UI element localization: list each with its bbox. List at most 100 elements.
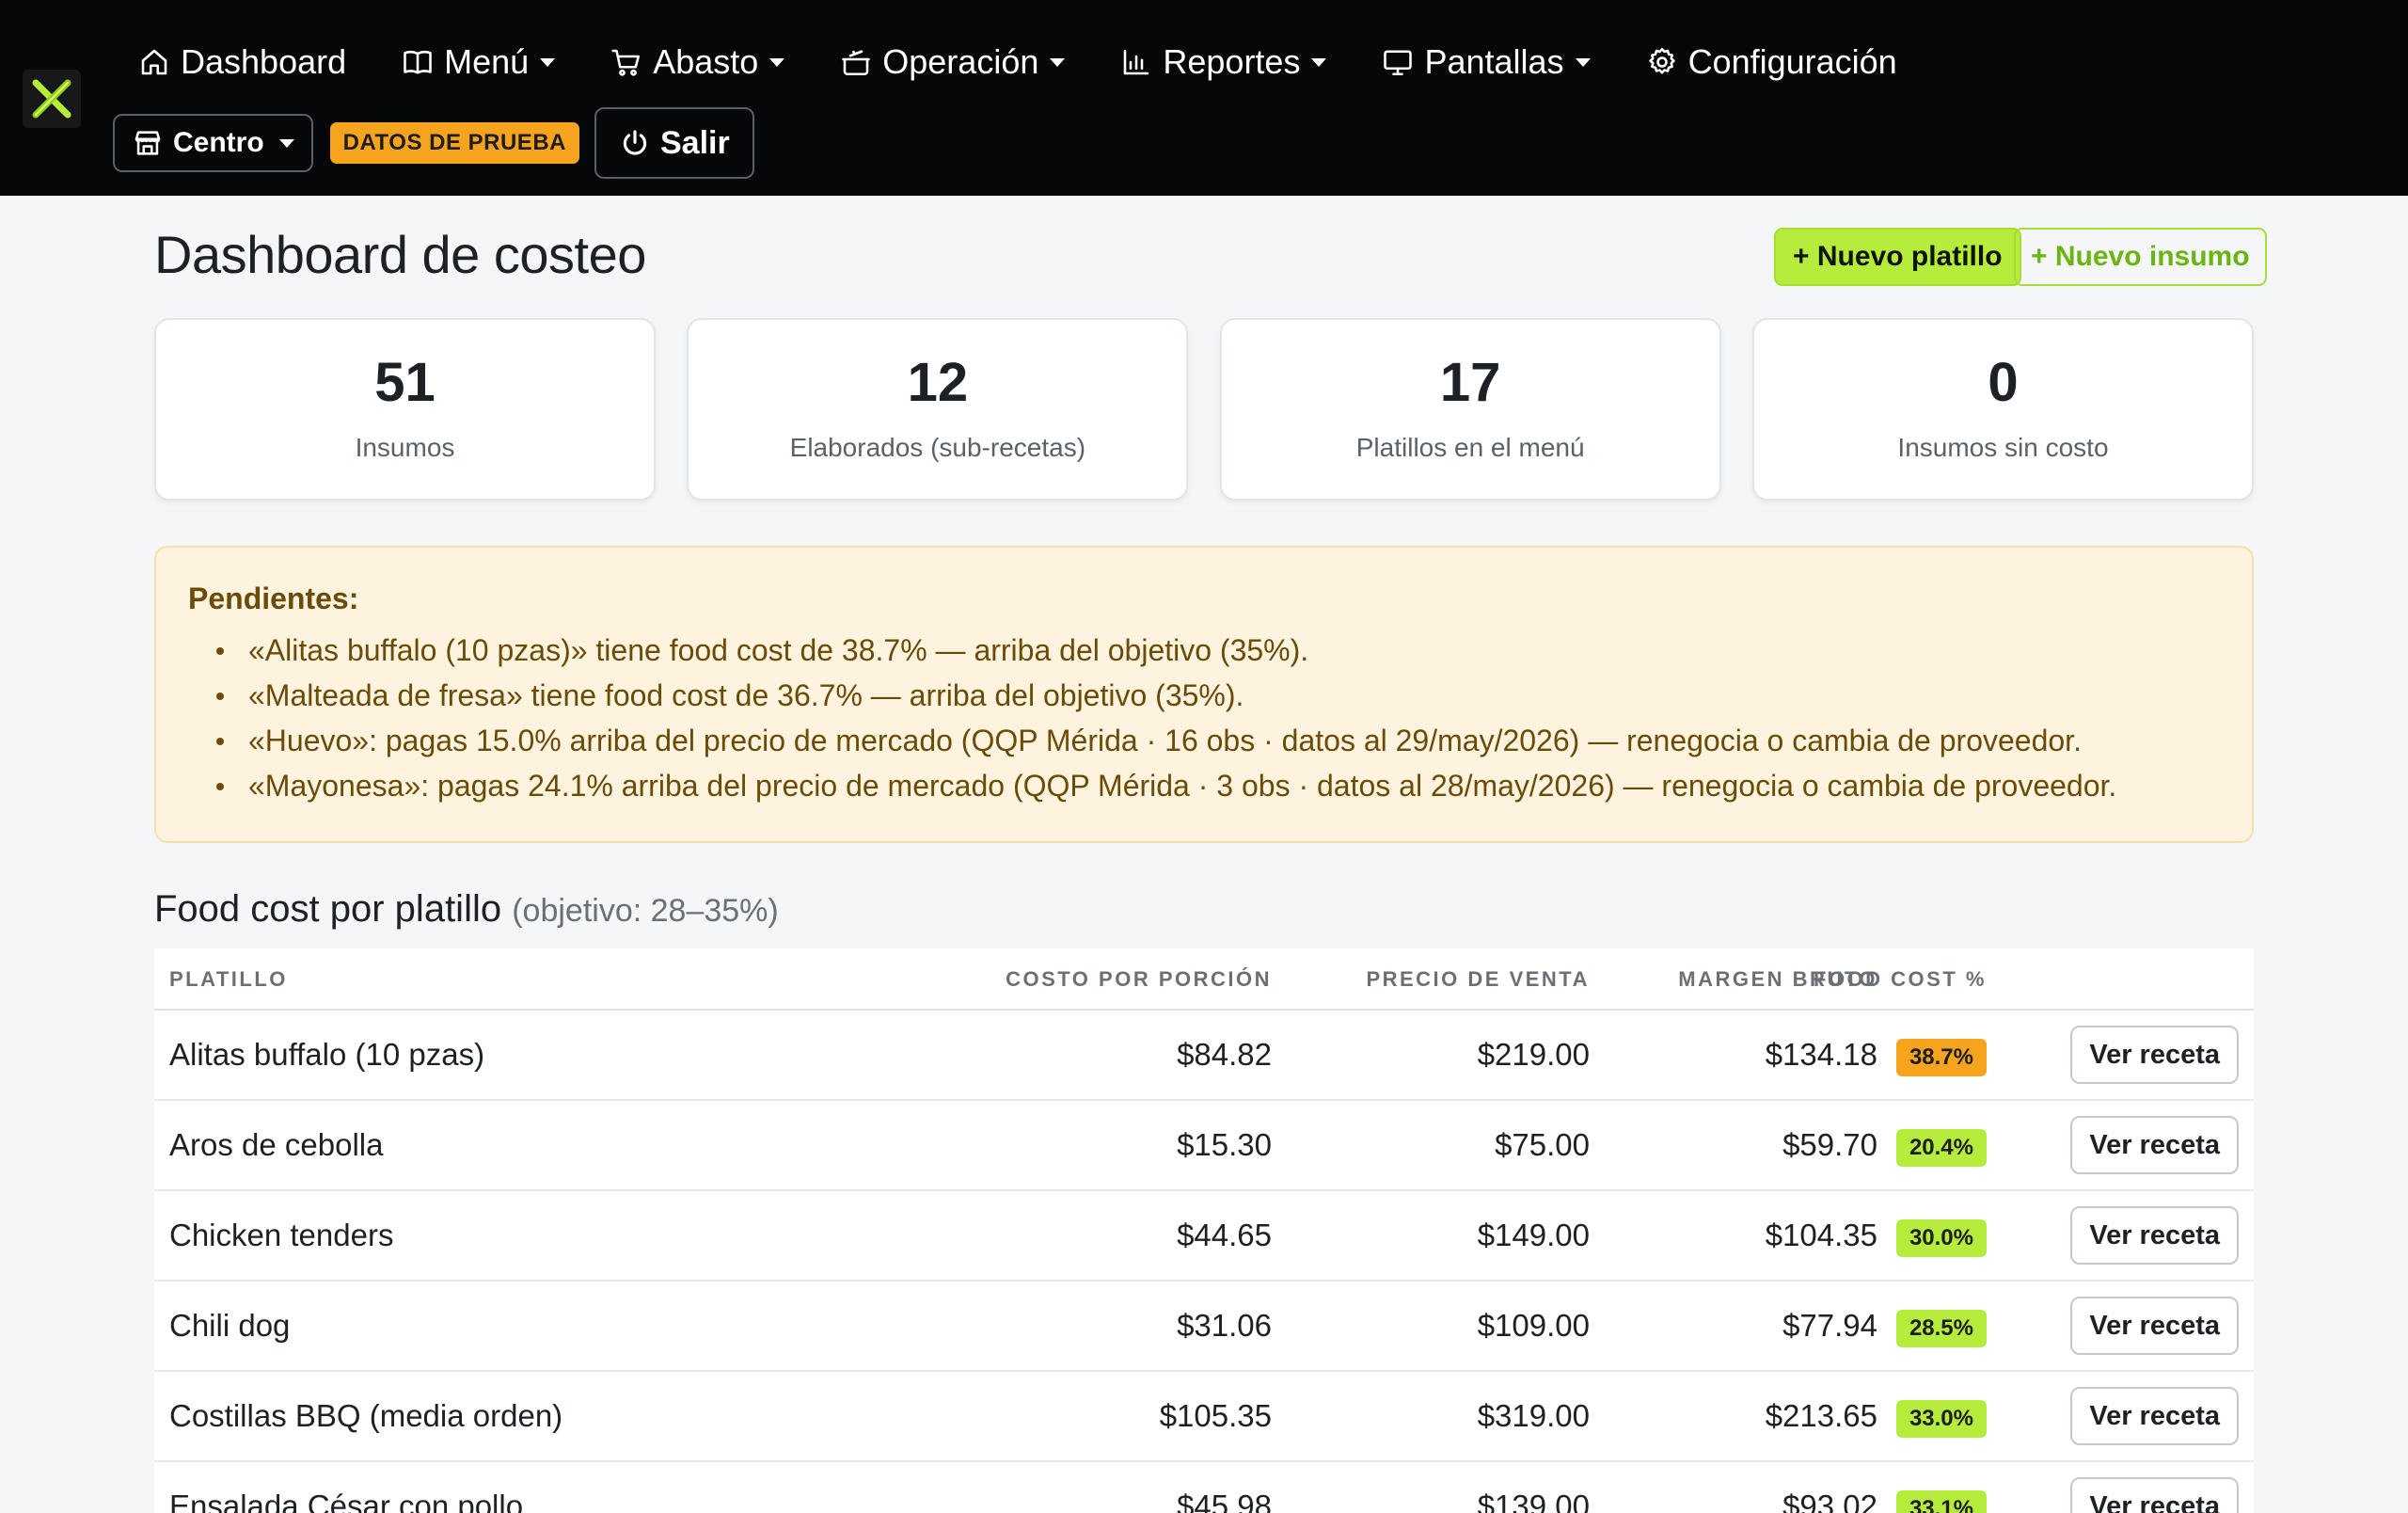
nav-label: Abasto [653, 42, 759, 81]
cell-cost: $105.35 [1159, 1398, 1272, 1433]
book-icon [404, 50, 432, 74]
alert-item: «Huevo»: pagas 15.0% arriba del precio d… [188, 718, 2222, 763]
stat-card-elaborados: 12 Elaborados (sub-recetas) [687, 318, 1189, 501]
header-cost: COSTO POR PORCIÓN [1006, 967, 1272, 991]
alert-item: «Alitas buffalo (10 pzas)» tiene food co… [188, 628, 2222, 673]
table-row: Alitas buffalo (10 pzas) $84.82 $219.00 $13… [154, 1011, 2254, 1101]
nav-label: Configuración [1687, 42, 1897, 81]
cell-margin: $59.70 [1782, 1127, 1877, 1162]
cell-dish: Aros de cebolla [169, 1127, 384, 1162]
cell-price: $219.00 [1477, 1037, 1590, 1072]
view-recipe-button[interactable]: Ver receta [2070, 1477, 2239, 1513]
cell-price: $109.00 [1477, 1308, 1590, 1343]
view-recipe-button[interactable]: Ver receta [2070, 1297, 2239, 1355]
view-recipe-button[interactable]: Ver receta [2070, 1387, 2239, 1445]
gear-icon [1648, 47, 1675, 74]
logout-label: Salir [659, 124, 730, 161]
pending-alert: Pendientes: «Alitas buffalo (10 pzas)» t… [154, 546, 2254, 843]
home-icon [141, 49, 167, 75]
food-cost-badge: 28.5% [1895, 1310, 1987, 1347]
alert-item: «Mayonesa»: pagas 24.1% arriba del preci… [188, 763, 2222, 808]
food-cost-badge: 30.0% [1895, 1219, 1987, 1257]
nav-reportes[interactable]: Reportes [1119, 42, 1327, 82]
new-input-button[interactable]: + Nuevo insumo [2014, 228, 2267, 286]
stat-value: 17 [1439, 352, 1501, 413]
caret-down-icon [1575, 57, 1591, 67]
stats-row: 51 Insumos 12 Elaborados (sub-recetas) 1… [154, 318, 2254, 501]
cell-price: $75.00 [1495, 1127, 1590, 1162]
cell-cost: $31.06 [1177, 1308, 1272, 1343]
x-logo-icon [32, 79, 71, 119]
new-dish-button[interactable]: + Nuevo platillo [1774, 228, 2021, 286]
alert-item: «Malteada de fresa» tiene food cost de 3… [188, 673, 2222, 718]
food-cost-badge: 20.4% [1895, 1129, 1987, 1167]
food-cost-badge: 33.1% [1895, 1490, 1987, 1513]
nav-label: Menú [444, 42, 530, 81]
page-title: Dashboard de costeo [154, 225, 646, 284]
store-icon [135, 131, 161, 155]
stat-label: Elaborados (sub-recetas) [789, 433, 1086, 462]
nav-label: Dashboard [181, 42, 347, 81]
table-row: Chili dog $31.06 $109.00 $77.94 28.5% Ver rec… [154, 1282, 2254, 1372]
cell-margin: $134.18 [1765, 1037, 1877, 1072]
cell-margin: $77.94 [1782, 1308, 1877, 1343]
top-navbar: Dashboard Menú Abasto Operación Reportes… [0, 0, 2408, 196]
cell-dish: Costillas BBQ (media orden) [169, 1398, 563, 1433]
nav-dashboard[interactable]: Dashboard [137, 42, 346, 82]
nav-configuracion[interactable]: Configuración [1645, 42, 1897, 82]
section-subtitle: (objetivo: 28–35%) [512, 893, 779, 929]
nav-label: Reportes [1163, 42, 1301, 81]
pot-icon [842, 50, 871, 76]
food-cost-badge: 33.0% [1895, 1400, 1987, 1438]
section-title-text: Food cost por platillo [154, 888, 502, 930]
nav-menu[interactable]: Menú [401, 42, 556, 82]
nav-abasto[interactable]: Abasto [610, 42, 785, 82]
stat-card-insumos: 51 Insumos [154, 318, 656, 501]
caret-down-icon [540, 57, 556, 67]
cart-icon [611, 49, 641, 76]
stat-label: Platillos en el menú [1355, 433, 1585, 462]
stat-value: 12 [907, 352, 969, 413]
header-price: PRECIO DE VENTA [1366, 967, 1590, 991]
nav-label: Pantallas [1424, 42, 1564, 81]
stat-value: 0 [1988, 352, 2019, 413]
cell-cost: $84.82 [1177, 1037, 1272, 1072]
view-recipe-button[interactable]: Ver receta [2070, 1116, 2239, 1174]
table-row: Costillas BBQ (media orden) $105.35 $319.0… [154, 1372, 2254, 1462]
cell-margin: $104.35 [1765, 1218, 1877, 1252]
table-header: PLATILLO COSTO POR PORCIÓN PRECIO DE VEN… [154, 948, 2254, 1011]
view-recipe-button[interactable]: Ver receta [2070, 1206, 2239, 1265]
power-icon [623, 130, 647, 155]
stat-value: 51 [374, 352, 436, 413]
view-recipe-button[interactable]: Ver receta [2070, 1026, 2239, 1084]
app-logo[interactable] [23, 70, 81, 128]
section-title: Food cost por platillo (objetivo: 28–35%… [154, 888, 779, 931]
food-cost-table: PLATILLO COSTO POR PORCIÓN PRECIO DE VEN… [154, 948, 2254, 1513]
header-food-cost: FOOD COST % [1814, 967, 1987, 991]
table-row: Aros de cebolla $15.30 $75.00 $59.70 20.4% Ve… [154, 1101, 2254, 1191]
branch-selector[interactable]: Centro [113, 114, 313, 172]
caret-down-icon [769, 57, 785, 67]
cell-price: $149.00 [1477, 1218, 1590, 1252]
caret-down-icon [1311, 57, 1327, 67]
test-data-badge: DATOS DE PRUEBA [329, 122, 579, 164]
branch-label: Centro [173, 127, 264, 158]
nav-label: Operación [882, 42, 1039, 81]
nav-pantallas[interactable]: Pantallas [1381, 42, 1591, 82]
cell-cost: $44.65 [1177, 1218, 1272, 1252]
table-row: Chicken tenders $44.65 $149.00 $104.35 30.0%… [154, 1191, 2254, 1282]
cell-dish: Chicken tenders [169, 1218, 394, 1252]
nav-operacion[interactable]: Operación [839, 42, 1066, 82]
stat-card-sin-costo: 0 Insumos sin costo [1751, 318, 2254, 501]
caret-down-icon [1050, 57, 1066, 67]
cell-dish: Chili dog [169, 1308, 291, 1343]
cell-margin: $213.65 [1765, 1398, 1877, 1433]
logout-button[interactable]: Salir [594, 107, 754, 179]
alert-list: «Alitas buffalo (10 pzas)» tiene food co… [188, 628, 2222, 808]
caret-down-icon [278, 138, 294, 148]
nav-secondary: Centro DATOS DE PRUEBA Salir [113, 107, 754, 179]
stat-card-platillos: 17 Platillos en el menú [1219, 318, 1721, 501]
main-nav: Dashboard Menú Abasto Operación Reportes… [137, 34, 1952, 90]
monitor-icon [1384, 50, 1413, 76]
cell-cost: $15.30 [1177, 1127, 1272, 1162]
